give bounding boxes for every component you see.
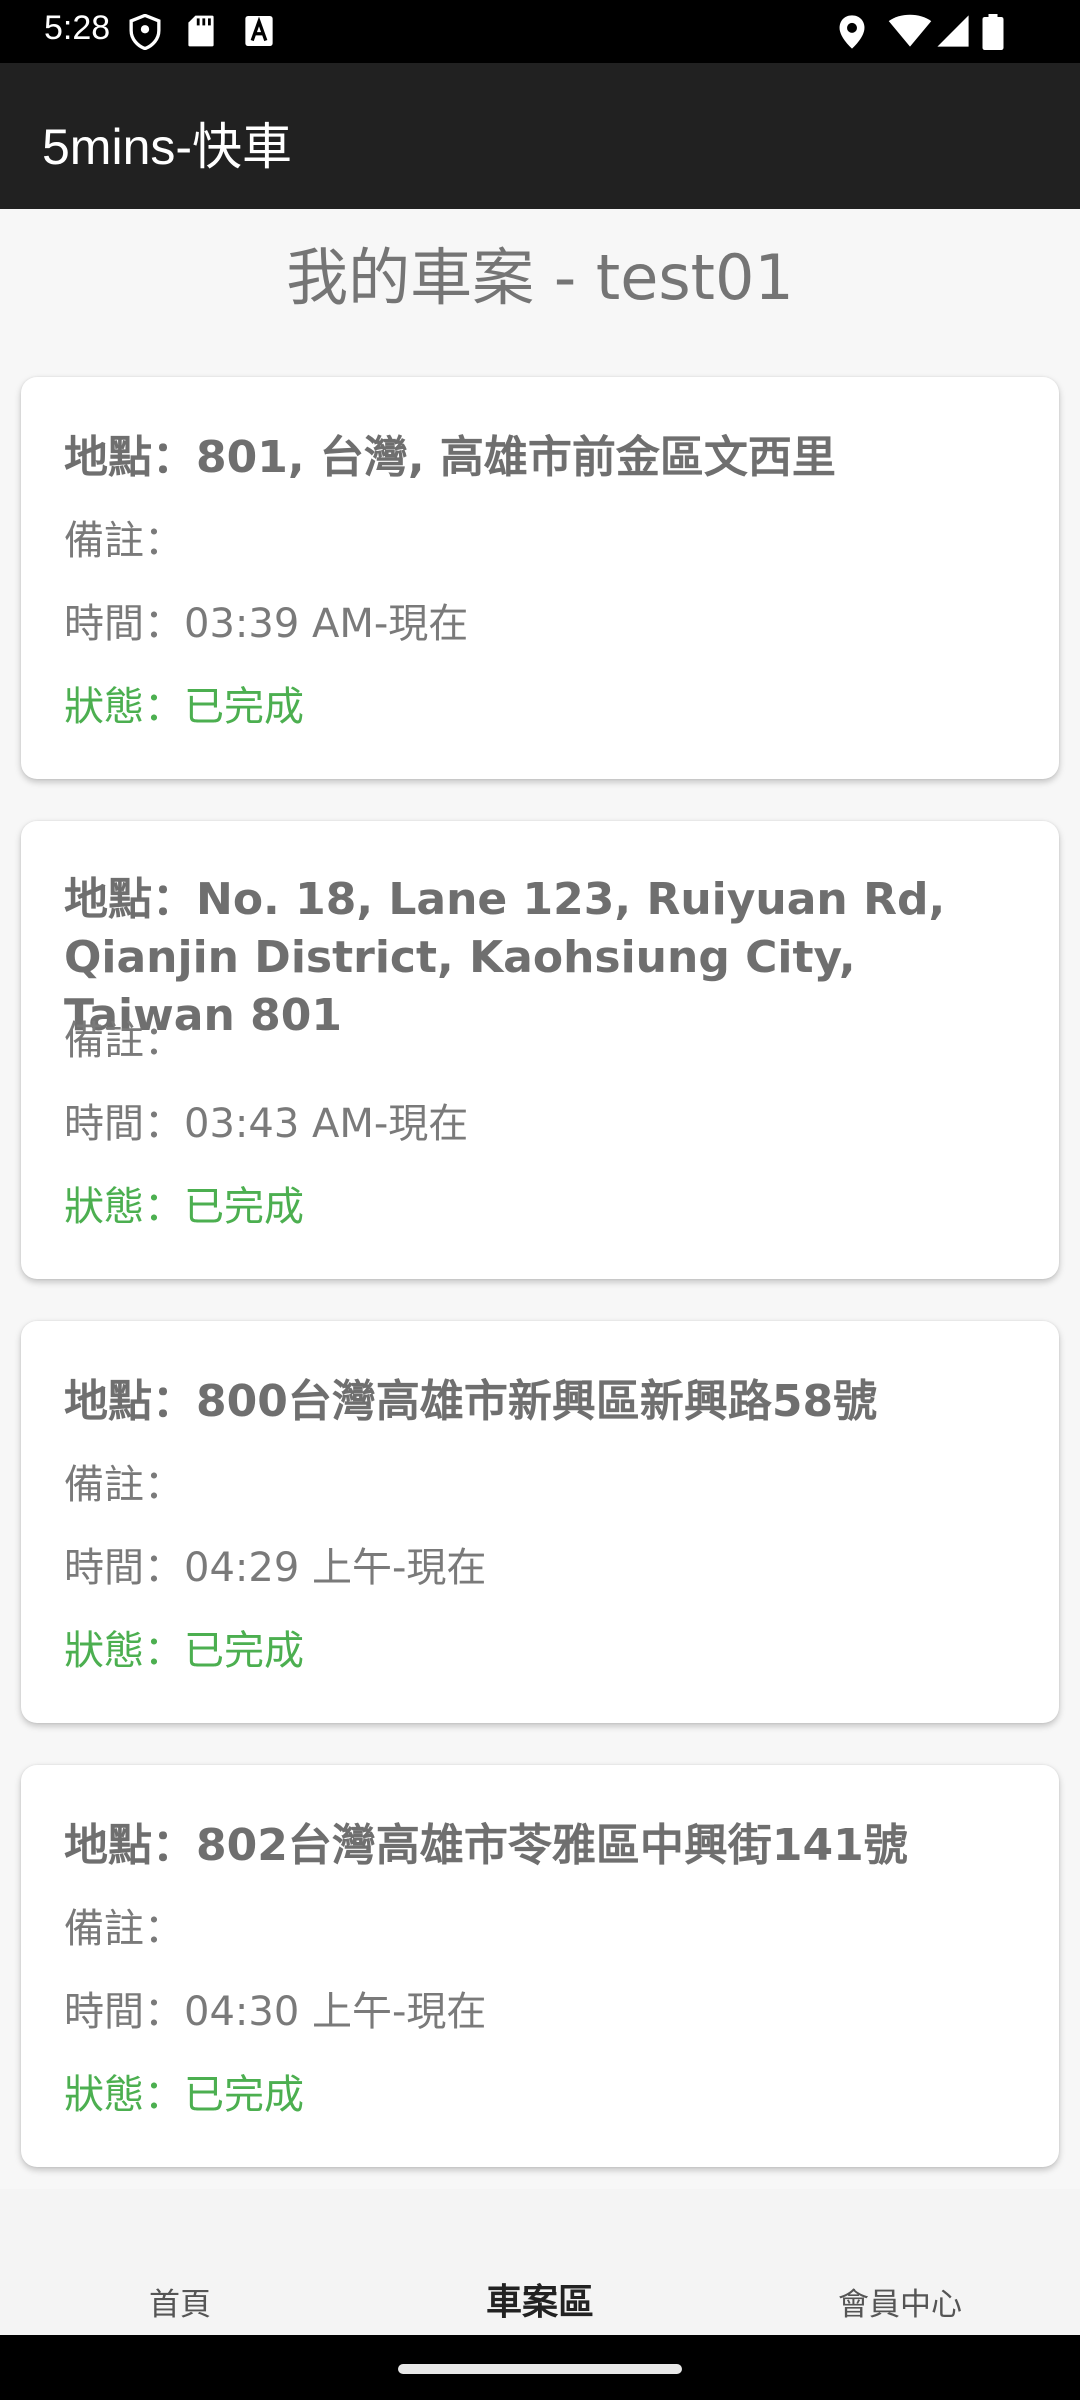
case-time: 時間：03:39 AM-現在 bbox=[64, 601, 469, 647]
signal-icon bbox=[937, 15, 969, 47]
wifi-icon bbox=[888, 14, 932, 47]
case-location: 地點：801, 台灣, 高雄市前金區文西里 bbox=[64, 432, 836, 483]
case-note: 備註： bbox=[64, 1018, 184, 1064]
case-card[interactable]: 地點：No. 18, Lane 123, Ruiyuan Rd, Qianjin… bbox=[21, 821, 1059, 1279]
case-status: 狀態：已完成 bbox=[64, 684, 304, 730]
app-title: 5mins-快車 bbox=[42, 119, 293, 175]
nav-cases[interactable]: 車案區 bbox=[360, 2273, 720, 2325]
case-note: 備註： bbox=[64, 518, 184, 564]
page-title: 我的車案 - test01 bbox=[286, 241, 794, 314]
bottom-navigation: 首頁 車案區 會員中心 bbox=[0, 2189, 1080, 2335]
nav-member-center[interactable]: 會員中心 bbox=[720, 2279, 1080, 2324]
case-status: 狀態：已完成 bbox=[64, 1628, 304, 1674]
location-icon bbox=[839, 15, 865, 49]
case-list-screen[interactable]: 我的車案 - test01 地點：801, 台灣, 高雄市前金區文西里 備註： … bbox=[0, 209, 1080, 2189]
case-status: 狀態：已完成 bbox=[64, 1184, 304, 1230]
case-location: 地點：800台灣高雄市新興區新興路58號 bbox=[64, 1376, 878, 1427]
case-card[interactable]: 地點：802台灣高雄市苓雅區中興街141號 備註： 時間：04:30 上午-現在… bbox=[21, 1765, 1059, 2167]
case-time: 時間：03:43 AM-現在 bbox=[64, 1101, 469, 1147]
case-card[interactable]: 地點：800台灣高雄市新興區新興路58號 備註： 時間：04:29 上午-現在 … bbox=[21, 1321, 1059, 1723]
case-note: 備註： bbox=[64, 1462, 184, 1508]
status-time: 5:28 bbox=[44, 9, 111, 47]
app-bar: 5mins-快車 bbox=[0, 63, 1080, 209]
nav-home[interactable]: 首頁 bbox=[0, 2279, 360, 2324]
gesture-navigation-bar bbox=[0, 2335, 1080, 2400]
case-location: 地點：802台灣高雄市苓雅區中興街141號 bbox=[64, 1820, 908, 1871]
font-a-icon bbox=[245, 16, 273, 46]
case-time: 時間：04:29 上午-現在 bbox=[64, 1545, 487, 1591]
case-card[interactable]: 地點：801, 台灣, 高雄市前金區文西里 備註： 時間：03:39 AM-現在… bbox=[21, 377, 1059, 779]
case-note: 備註： bbox=[64, 1906, 184, 1952]
battery-icon bbox=[982, 14, 1004, 50]
case-time: 時間：04:30 上午-現在 bbox=[64, 1989, 487, 2035]
sd-card-icon bbox=[188, 15, 214, 47]
home-gesture-handle[interactable] bbox=[398, 2364, 682, 2374]
status-bar: 5:28 bbox=[0, 0, 1080, 63]
shield-icon bbox=[129, 14, 161, 50]
case-status: 狀態：已完成 bbox=[64, 2072, 304, 2118]
